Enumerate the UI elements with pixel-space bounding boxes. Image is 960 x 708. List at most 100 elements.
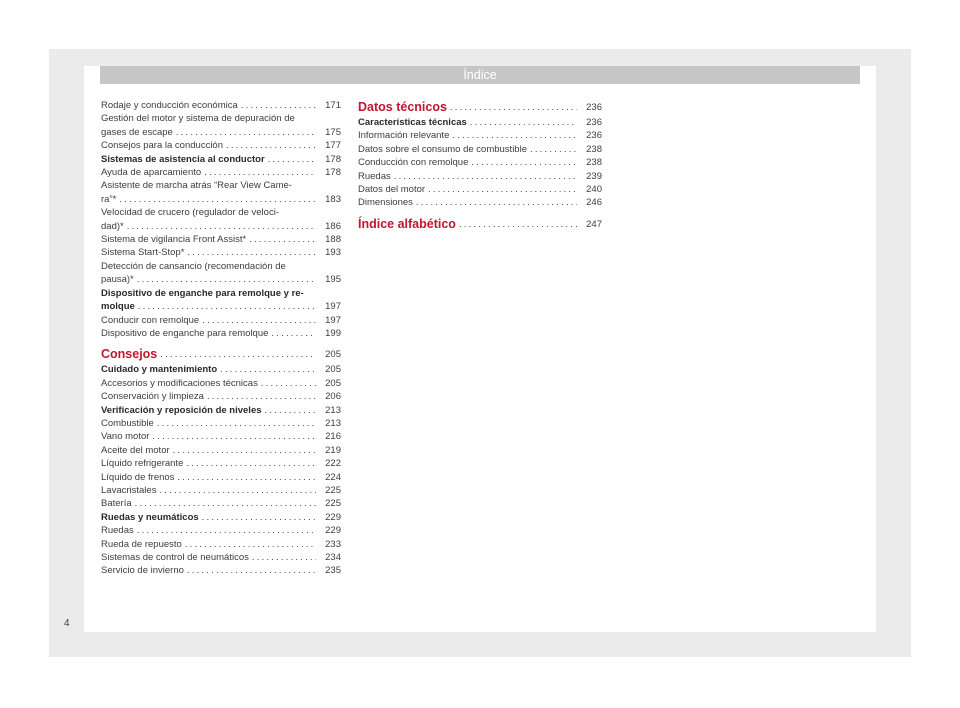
toc-entry[interactable]: Detección de cansancio (recomendación de… — [101, 260, 341, 287]
toc-entry[interactable]: Batería.................................… — [101, 497, 341, 510]
toc-page-number: 247 — [586, 218, 602, 230]
toc-entry[interactable]: Cuidado y mantenimiento.................… — [101, 363, 341, 376]
dot-leader: ........................................… — [260, 377, 316, 389]
dot-leader: ........................................… — [160, 349, 316, 361]
toc-page-number: 175 — [325, 126, 341, 138]
toc-page-number: 246 — [586, 197, 602, 209]
toc-entry[interactable]: Sistema de vigilancia Front Assist*.....… — [101, 233, 341, 246]
dot-leader: ........................................… — [187, 247, 316, 259]
dot-leader: ........................................… — [186, 565, 316, 577]
toc-page-number: 197 — [325, 314, 341, 326]
toc-entry[interactable]: Aceite del motor........................… — [101, 444, 341, 457]
toc-entry[interactable]: Ruedas..................................… — [101, 524, 341, 537]
toc-entry-label-line: Velocidad de crucero (regulador de veloc… — [101, 207, 279, 219]
dot-leader: ........................................… — [471, 157, 577, 169]
toc-entry[interactable]: Rodaje y conducción económica...........… — [101, 99, 341, 112]
toc-page-number: 171 — [325, 100, 341, 111]
toc-entry[interactable]: Rueda de repuesto.......................… — [101, 538, 341, 551]
toc-entry-label: Ruedas y neumáticos — [101, 511, 199, 523]
toc-entry[interactable]: Líquido de frenos.......................… — [101, 471, 341, 484]
toc-entry[interactable]: Características técnicas................… — [358, 116, 602, 129]
toc-entry[interactable]: Lavacristales...........................… — [101, 484, 341, 497]
toc-entry-label: Índice alfabético — [358, 216, 456, 231]
toc-page-number: 224 — [325, 471, 341, 483]
toc-entry-label: Líquido de frenos — [101, 471, 175, 483]
toc-entry[interactable]: Gestión del motor y sistema de depuració… — [101, 112, 341, 139]
toc-page-number: 236 — [586, 117, 602, 128]
toc-entry[interactable]: Sistema Start-Stop*.....................… — [101, 246, 341, 259]
toc-section-heading[interactable]: Consejos................................… — [101, 346, 341, 362]
toc-entry[interactable]: Accesorios y modificaciones técnicas....… — [101, 377, 341, 390]
dot-leader: ........................................… — [271, 327, 316, 339]
page-header: Índice — [100, 66, 860, 84]
toc-entry-label: Rodaje y conducción económica — [101, 100, 238, 111]
dot-leader: ........................................… — [156, 417, 316, 429]
toc-entry-label: Líquido refrigerante — [101, 458, 184, 470]
toc-page-number: 236 — [586, 130, 602, 142]
dot-leader: ........................................… — [136, 274, 316, 286]
toc-entry[interactable]: Sistemas de control de neumáticos.......… — [101, 551, 341, 564]
toc-entry[interactable]: Dimensiones.............................… — [358, 196, 602, 209]
toc-entry-label: Accesorios y modificaciones técnicas — [101, 377, 258, 389]
toc-entry[interactable]: Ruedas y neumáticos.....................… — [101, 511, 341, 524]
toc-page-number: 238 — [586, 157, 602, 169]
toc-entry[interactable]: Combustible.............................… — [101, 417, 341, 430]
toc-entry-label: ra”* — [101, 193, 117, 205]
toc-entry[interactable]: Sistemas de asistencia al conductor.....… — [101, 153, 341, 166]
toc-entry[interactable]: Dispositivo de enganche para remolque...… — [101, 327, 341, 340]
toc-page-number: 240 — [586, 184, 602, 196]
dot-leader: ........................................… — [126, 220, 316, 232]
toc-page-number: 193 — [325, 247, 341, 259]
toc-entry[interactable]: Velocidad de crucero (regulador de veloc… — [101, 206, 341, 233]
toc-entry[interactable]: Consejos para la conducción.............… — [101, 139, 341, 152]
toc-entry[interactable]: Conducción con remolque.................… — [358, 156, 602, 169]
toc-entry[interactable]: Conservación y limpieza.................… — [101, 390, 341, 403]
toc-entry[interactable]: Servicio de invierno....................… — [101, 564, 341, 577]
toc-page-number: 233 — [325, 538, 341, 550]
toc-page-number: 199 — [325, 327, 341, 339]
toc-entry[interactable]: Dispositivo de enganche para remolque y … — [101, 287, 341, 314]
toc-entry[interactable]: Ruedas..................................… — [358, 170, 602, 183]
toc-entry-label: gases de escape — [101, 126, 173, 138]
toc-page-number: 229 — [325, 511, 341, 523]
toc-page-number: 186 — [325, 220, 341, 232]
toc-entry[interactable]: Líquido refrigerante....................… — [101, 457, 341, 470]
toc-entry[interactable]: Información relevante...................… — [358, 129, 602, 142]
toc-entry[interactable]: Ayuda de aparcamiento...................… — [101, 166, 341, 179]
toc-entry-label-line: Gestión del motor y sistema de depuració… — [101, 113, 295, 125]
toc-entry-label: Servicio de invierno — [101, 565, 184, 577]
dot-leader: ........................................… — [172, 444, 316, 456]
dot-leader: ........................................… — [264, 404, 316, 416]
toc-column-right: Datos técnicos..........................… — [358, 99, 602, 233]
toc-entry-label: pausa)* — [101, 274, 134, 286]
toc-entry[interactable]: Datos sobre el consumo de combustible...… — [358, 143, 602, 156]
dot-leader: ........................................… — [186, 458, 316, 470]
toc-entry[interactable]: Asistente de marcha atrás “Rear View Cam… — [101, 179, 341, 206]
toc-entry-label: Conducción con remolque — [358, 157, 469, 169]
toc-entry[interactable]: Datos del motor.........................… — [358, 183, 602, 196]
toc-page-number: 216 — [325, 431, 341, 443]
dot-leader: ........................................… — [249, 234, 316, 246]
toc-entry-label-line: Detección de cansancio (recomendación de — [101, 260, 286, 272]
toc-page-number: 205 — [325, 349, 341, 361]
dot-leader: ........................................… — [251, 552, 316, 563]
toc-entry[interactable]: Conducir con remolque...................… — [101, 314, 341, 327]
toc-entry-label: molque — [101, 301, 135, 313]
toc-entry-label: Verificación y reposición de niveles — [101, 404, 262, 416]
toc-entry[interactable]: Verificación y reposición de niveles....… — [101, 404, 341, 417]
dot-leader: ........................................… — [202, 314, 316, 326]
toc-entry[interactable]: Vano motor..............................… — [101, 430, 341, 443]
dot-leader: ........................................… — [220, 364, 316, 376]
toc-section-heading[interactable]: Datos técnicos..........................… — [358, 99, 602, 115]
toc-page-number: 213 — [325, 417, 341, 429]
toc-section-heading[interactable]: Índice alfabético.......................… — [358, 216, 602, 232]
toc-entry-label-line: Asistente de marcha atrás “Rear View Cam… — [101, 180, 292, 192]
toc-page-number: 236 — [586, 102, 602, 113]
toc-page-number: 178 — [325, 153, 341, 165]
dot-leader: ........................................… — [240, 100, 316, 111]
dot-leader: ........................................… — [201, 511, 316, 523]
toc-page-number: 235 — [325, 565, 341, 577]
toc-entry-label: Datos sobre el consumo de combustible — [358, 143, 527, 155]
dot-leader: ........................................… — [152, 431, 316, 443]
toc-page-number: 195 — [325, 274, 341, 286]
